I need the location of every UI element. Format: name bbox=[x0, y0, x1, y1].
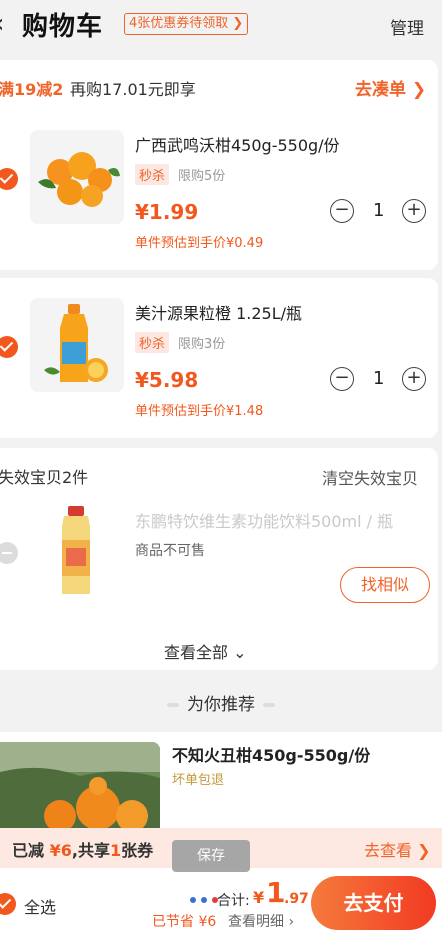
divider bbox=[167, 703, 179, 707]
view-all-button[interactable]: 查看全部 ⌄ bbox=[164, 639, 247, 663]
recommend-header: 为你推荐 bbox=[0, 690, 442, 715]
seckill-badge: 秒杀 bbox=[135, 332, 170, 353]
product-name[interactable]: 美汁源果粒橙 1.25L/瓶 bbox=[135, 300, 302, 324]
orange-image-icon bbox=[30, 130, 124, 224]
seckill-badge: 秒杀 bbox=[135, 164, 170, 185]
promo-tag: 满19减2 bbox=[0, 80, 64, 99]
dot bbox=[190, 897, 196, 903]
clear-invalid-button[interactable]: 清空失效宝贝 bbox=[322, 465, 418, 489]
pay-button[interactable]: 去支付 bbox=[311, 876, 436, 930]
manage-button[interactable]: 管理 bbox=[390, 14, 424, 39]
plus-button[interactable]: + bbox=[402, 367, 426, 391]
recommend-product-name[interactable]: 不知火丑柑450g-550g/份 bbox=[172, 742, 370, 766]
view-discount-link[interactable]: 去查看 ❯ bbox=[364, 837, 431, 861]
product-price: ¥1.99 bbox=[135, 200, 199, 224]
estimated-price: 单件预估到手价¥1.48 bbox=[135, 404, 264, 419]
product-image[interactable] bbox=[30, 500, 124, 600]
energy-drink-image-icon bbox=[62, 506, 90, 594]
refund-tag: 坏单包退 bbox=[172, 773, 225, 788]
discount-prefix: 已减 bbox=[12, 841, 45, 860]
product-image[interactable] bbox=[30, 130, 124, 224]
save-tooltip[interactable]: 保存 bbox=[172, 840, 250, 872]
minus-button[interactable]: − bbox=[330, 367, 354, 391]
add-more-link[interactable]: 去凑单 ❯ bbox=[355, 75, 426, 100]
promo-text: 再购17.01元即享 bbox=[70, 80, 196, 99]
quantity-value[interactable]: 1 bbox=[373, 368, 384, 389]
saved-amount: 已节省 ¥6 bbox=[152, 914, 217, 930]
divider bbox=[263, 703, 275, 707]
discount-amount: ¥6 bbox=[49, 841, 72, 860]
total-amount-integer: 1 bbox=[266, 876, 286, 909]
select-all-label[interactable]: 全选 bbox=[24, 894, 56, 918]
limit-text: 限购5份 bbox=[178, 169, 226, 184]
total-currency: ¥ bbox=[253, 888, 265, 907]
product-price: ¥5.98 bbox=[135, 368, 199, 392]
invalid-items-title: 失效宝贝2件 bbox=[0, 468, 89, 487]
discount-summary: 已减 ¥6,共享1张券 bbox=[12, 837, 153, 861]
plus-button[interactable]: + bbox=[402, 199, 426, 223]
view-details-link[interactable]: 查看明细 › bbox=[228, 911, 294, 931]
coupon-count: 1 bbox=[109, 841, 122, 860]
juice-bottle-image-icon bbox=[30, 298, 124, 392]
minus-button[interactable]: − bbox=[330, 199, 354, 223]
recommend-image[interactable] bbox=[0, 742, 160, 837]
unavailable-status: 商品不可售 bbox=[135, 543, 205, 559]
back-icon[interactable]: ‹ bbox=[0, 10, 4, 38]
total-amount-decimal: .97 bbox=[284, 891, 309, 907]
page-title: 购物车 bbox=[22, 12, 104, 42]
recommend-title: 为你推荐 bbox=[187, 695, 255, 715]
product-image[interactable] bbox=[30, 298, 124, 392]
find-similar-button[interactable]: 找相似 bbox=[340, 567, 430, 603]
estimated-price: 单件预估到手价¥0.49 bbox=[135, 236, 264, 251]
dot bbox=[201, 897, 207, 903]
product-name[interactable]: 广西武鸣沃柑450g-550g/份 bbox=[135, 132, 340, 156]
limit-text: 限购3份 bbox=[178, 337, 226, 352]
quantity-value[interactable]: 1 bbox=[373, 200, 384, 221]
coupon-pill-button[interactable]: 4张优惠券待领取 ❯ bbox=[124, 13, 249, 35]
total-label: 合计: bbox=[217, 893, 250, 909]
tangerine-image-icon bbox=[0, 742, 160, 837]
invalid-product-name: 东鹏特饮维生素功能饮料500ml / 瓶 bbox=[135, 512, 394, 531]
discount-suffix: 张券 bbox=[121, 841, 154, 860]
discount-middle: ,共享 bbox=[71, 841, 110, 860]
